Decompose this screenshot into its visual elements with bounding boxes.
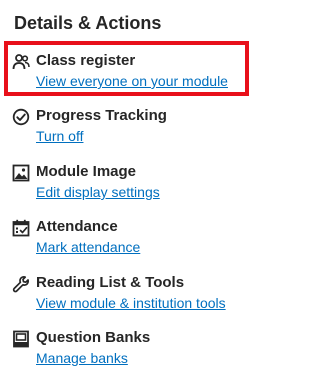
item-module-image: Module Image Edit display settings [12, 162, 252, 202]
turn-off-link[interactable]: Turn off [36, 128, 83, 145]
item-title: Progress Tracking [36, 107, 167, 124]
view-module-tools-link[interactable]: View module & institution tools [36, 295, 226, 312]
question-bank-icon [12, 330, 30, 348]
item-title: Class register [36, 52, 136, 69]
edit-display-settings-link[interactable]: Edit display settings [36, 184, 160, 201]
item-progress-tracking: Progress Tracking Turn off [12, 106, 252, 146]
people-icon [12, 53, 30, 71]
item-title: Module Image [36, 163, 137, 180]
item-title: Reading List & Tools [36, 274, 185, 291]
item-title: Question Banks [36, 329, 151, 346]
image-icon [12, 164, 30, 182]
calendar-check-icon [12, 219, 30, 237]
item-title: Attendance [36, 218, 118, 235]
check-circle-icon [12, 108, 30, 126]
panel-title: Details & Actions [14, 13, 162, 33]
details-actions-panel: Details & Actions Class register View ev… [0, 0, 259, 375]
item-question-banks: Question Banks Manage banks [12, 328, 252, 368]
mark-attendance-link[interactable]: Mark attendance [36, 239, 140, 256]
wrench-icon [12, 275, 30, 293]
view-everyone-link[interactable]: View everyone on your module [36, 73, 228, 90]
item-class-register: Class register View everyone on your mod… [12, 51, 252, 91]
item-attendance: Attendance Mark attendance [12, 217, 252, 257]
manage-banks-link[interactable]: Manage banks [36, 350, 128, 367]
item-reading-list-tools: Reading List & Tools View module & insti… [12, 273, 252, 313]
